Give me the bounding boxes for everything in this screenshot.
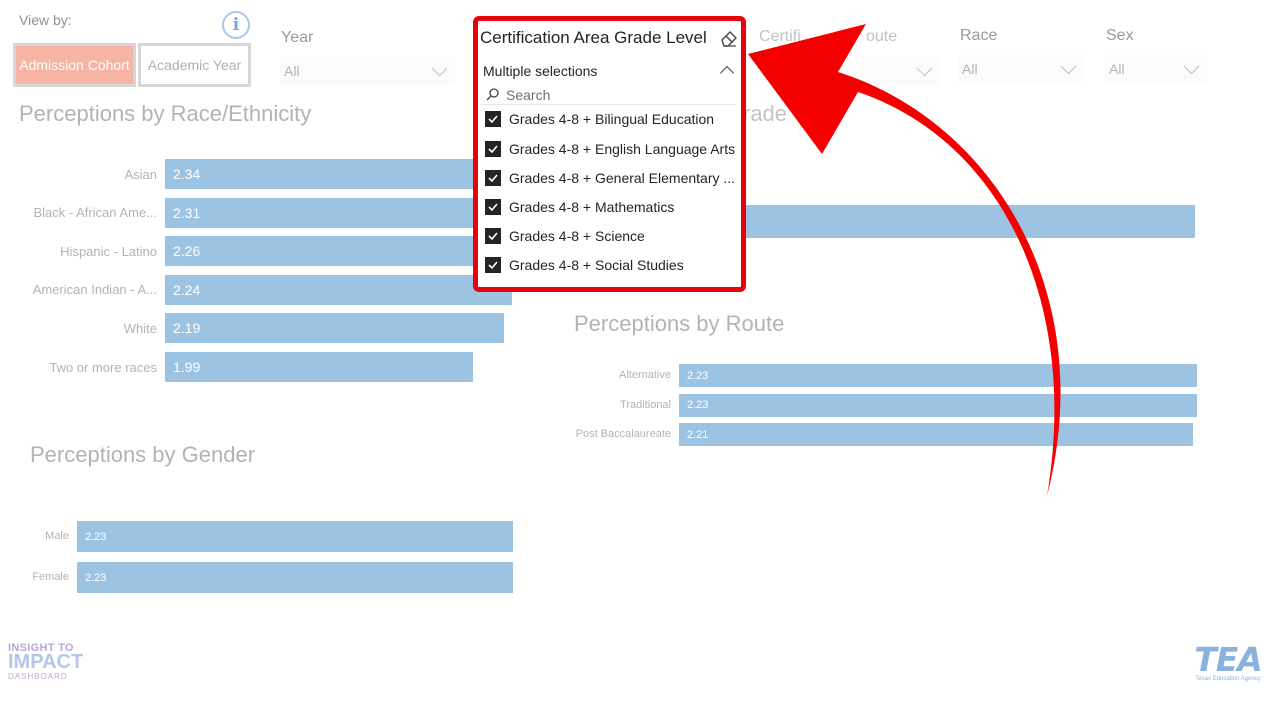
annotation-arrow (748, 24, 1061, 496)
tea-subtitle: Texas Education Agency (1195, 676, 1261, 682)
logo-line-2: IMPACT (8, 651, 84, 673)
arrow-shape (748, 24, 1061, 496)
insight-to-impact-logo: INSIGHT TO IMPACT DASHBOARD (8, 642, 88, 681)
tea-logo: TEA Texas Education Agency (1188, 640, 1268, 682)
tea-mark: TEA (1194, 640, 1263, 679)
logo-line-3: DASHBOARD (8, 672, 68, 681)
